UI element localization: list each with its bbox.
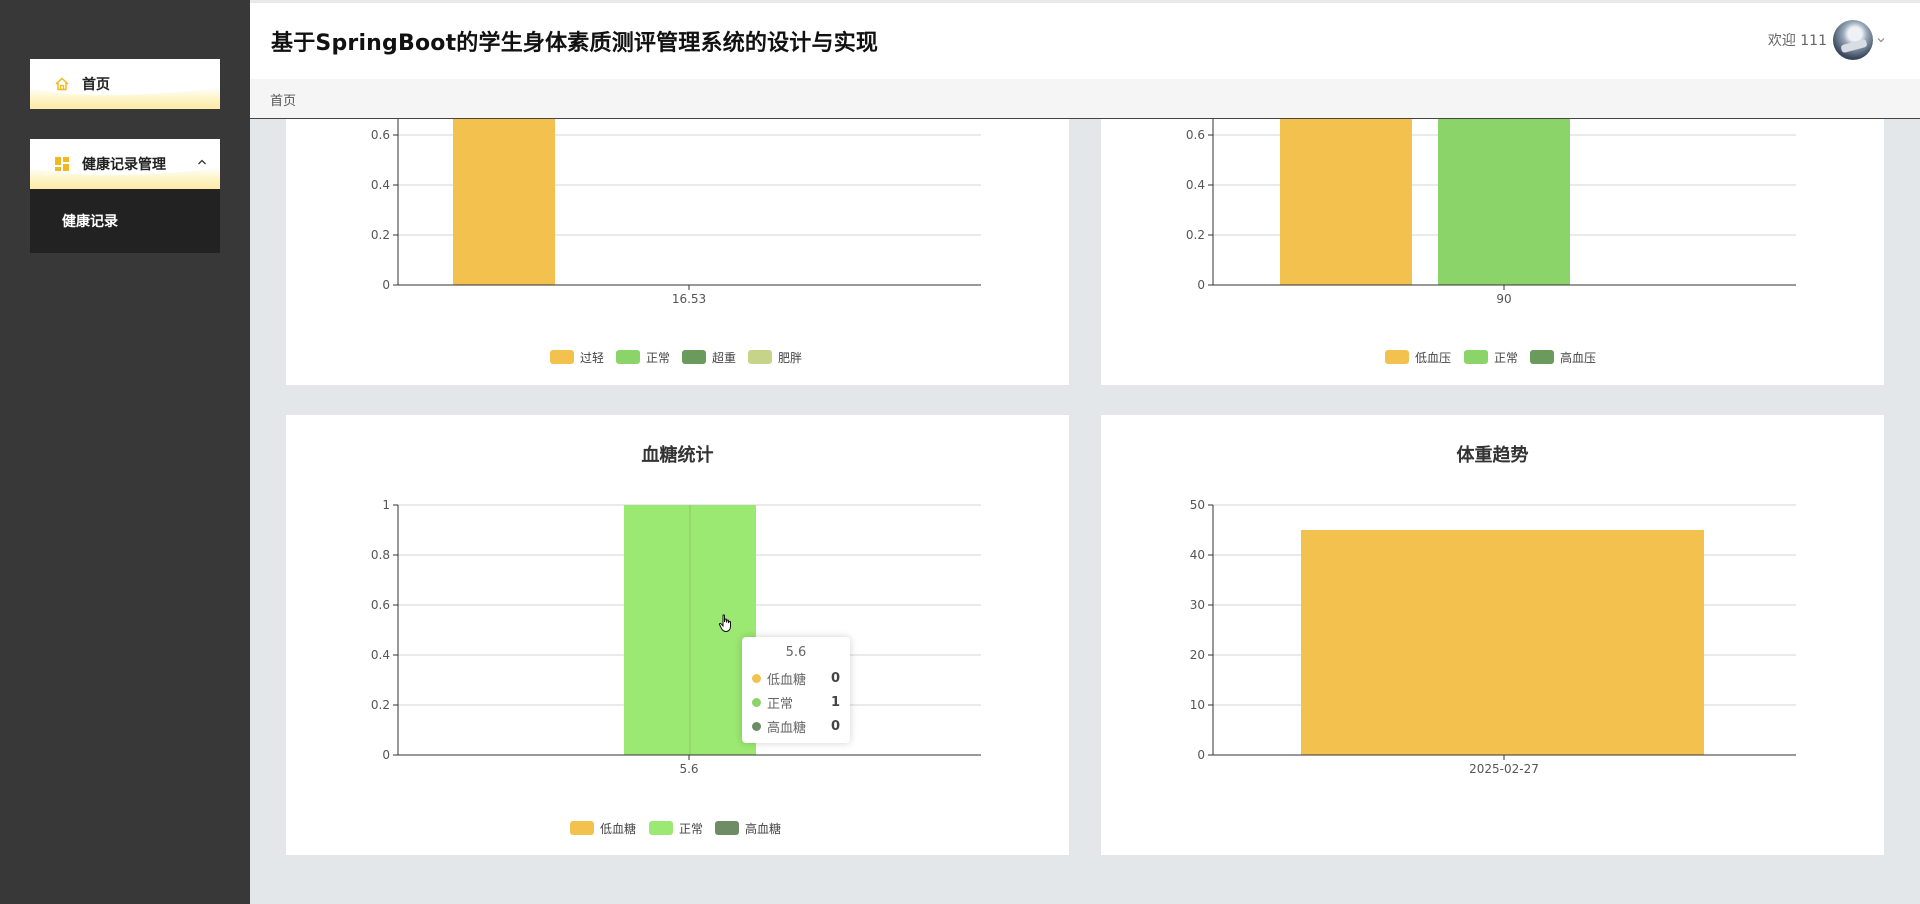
legend-swatch (748, 350, 772, 364)
legend-label: 正常 (679, 822, 703, 836)
tooltip-row-name: 正常 (767, 696, 794, 712)
sidebar-item-health-records[interactable]: 健康记录管理 (30, 139, 220, 189)
y-tick-label: 0 (382, 278, 390, 292)
chart-card-bmi: 0 0.2 0.4 0.6 16.53 过轻 正常 超重 肥胖 (286, 119, 1069, 385)
grid-icon (55, 157, 69, 171)
sidebar-subitem-health-record[interactable]: 健康记录 (62, 211, 118, 231)
tooltip-row-value: 1 (830, 694, 840, 710)
chart-card-weight-trend: 体重趋势 0 10 20 30 40 50 2025-02-27 (1101, 415, 1884, 855)
legend-swatch (1385, 350, 1409, 364)
legend-label: 低血压 (1415, 351, 1451, 365)
y-tick-label: 0.2 (371, 698, 390, 712)
x-tick-label: 16.53 (672, 292, 706, 306)
legend-label: 超重 (712, 350, 736, 365)
home-icon (55, 77, 69, 91)
tooltip-title: 5.6 (785, 645, 807, 660)
bar (1280, 119, 1412, 285)
y-tick-label: 0.8 (371, 548, 390, 562)
chart-card-blood-pressure: 0 0.2 0.4 0.6 90 低血压 正常 高血压 (1101, 119, 1884, 385)
blood-pressure-chart: 0 0.2 0.4 0.6 90 低血压 正常 高血压 (1186, 119, 1796, 365)
legend-swatch (682, 350, 706, 364)
y-tick-label: 0.2 (1186, 228, 1205, 242)
chart-card-blood-sugar: 血糖统计 0 0.2 0.4 0.6 0.8 1 5.6 低血糖 正常 高血糖 (286, 415, 1069, 855)
breadcrumb[interactable]: 首页 (270, 90, 296, 109)
welcome-text: 欢迎 111 (1767, 33, 1827, 49)
legend-swatch (715, 821, 739, 835)
x-tick-label: 2025-02-27 (1469, 762, 1539, 776)
legend-swatch (1464, 350, 1488, 364)
legend-dot-icon (752, 697, 761, 707)
tooltip-row-value: 0 (830, 718, 840, 734)
avatar[interactable] (1833, 20, 1873, 60)
legend-swatch (1530, 350, 1554, 364)
y-tick-label: 1 (382, 498, 390, 512)
x-tick-label: 90 (1496, 292, 1511, 306)
y-tick-label: 0.4 (1186, 178, 1205, 192)
legend-swatch (649, 821, 673, 835)
y-tick-label: 10 (1190, 698, 1205, 712)
tooltip-row: 高血糖 0 (752, 714, 840, 738)
legend-swatch (570, 821, 594, 835)
bar (1438, 119, 1570, 285)
y-tick-label: 0.4 (371, 178, 390, 192)
chevron-up-icon (198, 159, 206, 165)
y-tick-label: 0.2 (371, 228, 390, 242)
tooltip-row-name: 低血糖 (767, 672, 807, 688)
bar (1301, 530, 1704, 755)
y-tick-label: 50 (1190, 498, 1205, 512)
y-tick-label: 0.6 (371, 128, 390, 142)
legend-dot-icon (752, 721, 761, 731)
y-tick-label: 40 (1190, 548, 1205, 562)
y-tick-label: 0.6 (1186, 128, 1205, 142)
x-tick-label: 5.6 (679, 762, 698, 776)
bar (453, 119, 555, 285)
weight-trend-chart: 0 10 20 30 40 50 2025-02-27 (1190, 498, 1796, 776)
sidebar-item-label: 健康记录管理 (82, 157, 166, 173)
legend-label: 高血压 (1560, 350, 1596, 365)
sidebar-item-home[interactable]: 首页 (30, 59, 220, 109)
chevron-down-icon[interactable] (1876, 35, 1886, 45)
legend-label: 正常 (1494, 351, 1518, 365)
tooltip-row: 正常 1 (752, 690, 840, 714)
blood-sugar-chart: 00.20.40.60.815.6低血糖 正常 高血糖 (371, 498, 981, 836)
tooltip-row: 低血糖 0 (752, 666, 840, 690)
y-tick-label: 20 (1190, 648, 1205, 662)
legend-label: 高血糖 (745, 821, 781, 836)
bmi-chart: 0 0.2 0.4 0.6 16.53 过轻 正常 超重 肥胖 (371, 119, 981, 365)
y-tick-label: 30 (1190, 598, 1205, 612)
tooltip-row-name: 高血糖 (767, 720, 807, 736)
y-tick-label: 0.4 (371, 648, 390, 662)
legend-label: 低血糖 (600, 821, 636, 836)
sidebar-item-label: 首页 (82, 77, 110, 93)
legend-swatch (550, 350, 574, 364)
app-title: 基于SpringBoot的学生身体素质测评管理系统的设计与实现 (271, 31, 879, 56)
breadcrumb-bar: 首页 (250, 79, 1920, 119)
y-tick-label: 0 (1197, 278, 1205, 292)
legend-label: 正常 (646, 351, 670, 365)
y-tick-label: 0 (1197, 748, 1205, 762)
legend-dot-icon (752, 673, 761, 683)
chart-tooltip: 5.6 低血糖 0 正常 1 高血糖 0 (742, 637, 850, 743)
y-tick-label: 0.6 (371, 598, 390, 612)
tooltip-row-value: 0 (830, 670, 840, 686)
legend-swatch (616, 350, 640, 364)
legend-label: 过轻 (580, 351, 604, 365)
user-menu[interactable]: 欢迎 111 (1768, 20, 1886, 60)
hand-cursor-icon (718, 614, 731, 633)
y-tick-label: 0 (382, 748, 390, 762)
submenu-health-records: 健康记录 (30, 189, 220, 253)
sidebar: 首页 健康记录管理 健康记录 (0, 0, 250, 904)
top-header: 基于SpringBoot的学生身体素质测评管理系统的设计与实现 欢迎 111 (250, 0, 1920, 79)
legend-label: 肥胖 (778, 351, 802, 365)
